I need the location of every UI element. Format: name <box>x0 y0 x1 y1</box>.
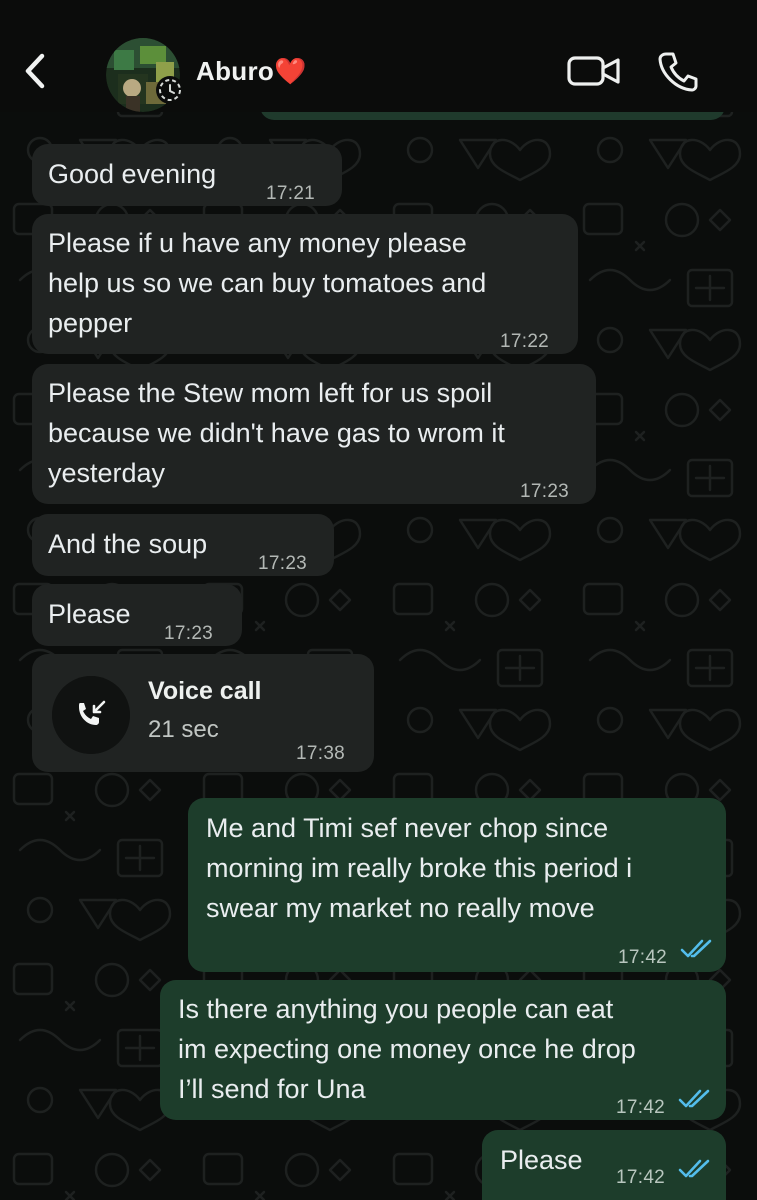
message-time: 17:22 <box>500 331 550 352</box>
phone-icon[interactable] <box>656 49 700 93</box>
message-line: yesterday <box>48 458 166 488</box>
contact-name[interactable]: Aburo❤️ <box>196 56 307 87</box>
incoming-message[interactable]: Good evening 17:21 <box>32 144 342 206</box>
message-line: Is there anything you people can eat <box>178 994 614 1024</box>
chat-header: Aburo❤️ <box>0 0 757 112</box>
message-text: And the soup <box>48 529 208 559</box>
incoming-message[interactable]: Please if u have any money please help u… <box>32 214 578 354</box>
message-time: 17:21 <box>266 183 316 204</box>
outgoing-message[interactable]: Is there anything you people can eat im … <box>160 980 726 1120</box>
call-duration: 21 sec <box>148 716 219 743</box>
message-time: 17:38 <box>296 743 346 764</box>
message-line: because we didn't have gas to wrom it <box>48 418 505 448</box>
read-ticks-icon <box>680 939 712 958</box>
message-time: 17:42 <box>616 1167 666 1188</box>
message-line: Please the Stew mom left for us spoil <box>48 378 493 408</box>
incoming-message[interactable]: Please the Stew mom left for us spoil be… <box>32 364 596 504</box>
message-text: Good evening <box>48 159 217 189</box>
message-time: 17:42 <box>618 947 668 968</box>
message-text: Please <box>500 1145 583 1175</box>
message-line: Please if u have any money please <box>48 228 467 258</box>
message-line: pepper <box>48 308 133 338</box>
incoming-message[interactable]: Please 17:23 <box>32 584 242 646</box>
outgoing-message[interactable]: Please 17:42 <box>482 1130 726 1200</box>
message-time: 17:42 <box>616 1097 666 1118</box>
message-line: I’ll send for Una <box>178 1074 366 1104</box>
message-text: Please <box>48 599 131 629</box>
read-ticks-icon <box>678 1089 710 1108</box>
message-line: im expecting one money once he drop <box>178 1034 636 1064</box>
back-arrow-icon[interactable] <box>18 50 52 92</box>
video-call-icon[interactable] <box>566 52 622 90</box>
read-ticks-icon <box>678 1159 710 1178</box>
message-time: 17:23 <box>258 553 308 574</box>
message-time: 17:23 <box>520 481 570 502</box>
status-indicator-icon <box>156 76 184 104</box>
message-time: 17:23 <box>164 623 214 644</box>
voice-call-message[interactable]: Voice call 21 sec 17:38 <box>32 654 374 772</box>
message-line: help us so we can buy tomatoes and <box>48 268 487 298</box>
call-title: Voice call <box>148 677 262 705</box>
outgoing-message[interactable]: Me and Timi sef never chop since morning… <box>188 798 726 972</box>
message-line: Me and Timi sef never chop since <box>206 813 609 843</box>
message-line: morning im really broke this period i <box>206 853 633 883</box>
incoming-message[interactable]: And the soup 17:23 <box>32 514 334 576</box>
incoming-call-icon <box>52 676 130 754</box>
message-line: swear my market no really move <box>206 893 595 923</box>
